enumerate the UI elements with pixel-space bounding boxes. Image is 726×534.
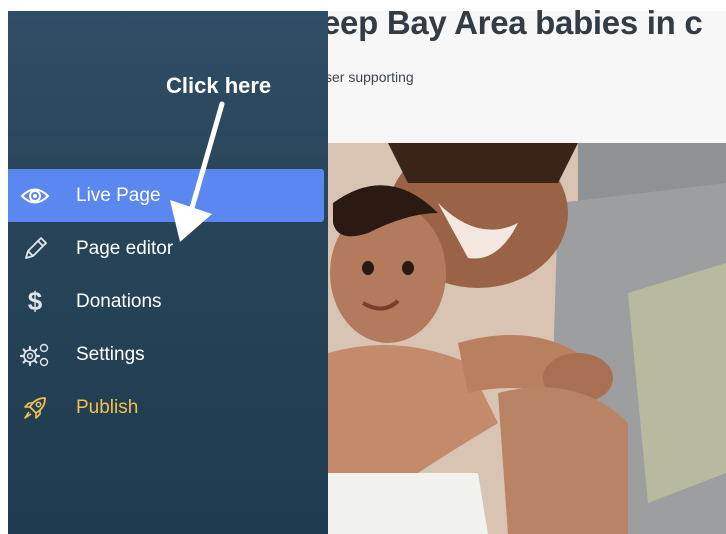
sidebar-item-label: Publish: [76, 396, 139, 418]
rocket-icon: [18, 393, 52, 423]
sidebar-item-label: Settings: [76, 343, 145, 365]
sidebar-item-label: Live Page: [76, 184, 161, 206]
sidebar-item-label: Donations: [76, 290, 162, 312]
sidebar-item-settings[interactable]: Settings: [8, 328, 328, 381]
sidebar-item-donations[interactable]: $ Donations: [8, 275, 328, 328]
dollar-glyph: $: [27, 286, 43, 316]
sidebar-item-publish[interactable]: Publish: [8, 381, 328, 434]
gears-icon: [18, 340, 52, 370]
annotation-arrow-icon: [170, 101, 225, 242]
hero-photo: [328, 143, 726, 534]
annotation-label: Click here: [166, 73, 272, 98]
page-subtitle: ser supporting: [325, 69, 414, 85]
page-title: eep Bay Area babies in c: [322, 4, 703, 41]
dollar-icon: $: [18, 286, 52, 317]
pencil-icon: [18, 234, 52, 264]
eye-icon: [18, 181, 52, 211]
